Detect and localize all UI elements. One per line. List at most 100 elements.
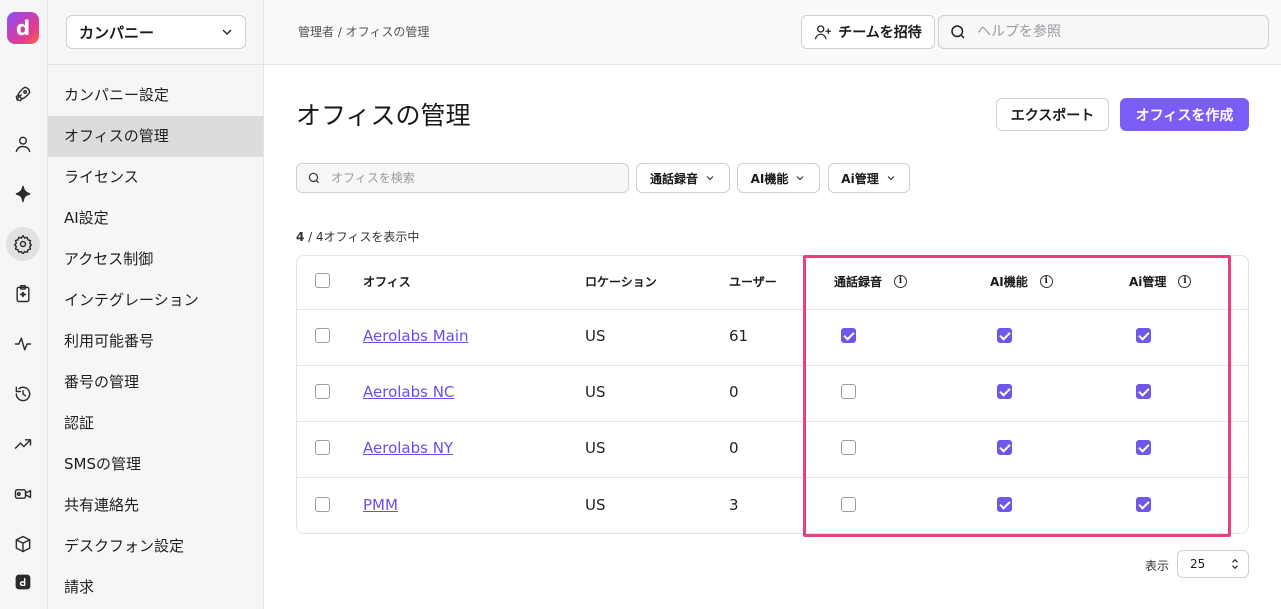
column-header-call-recording-label: 通話録音	[834, 275, 883, 289]
sidebar-item-deskphone-settings[interactable]: デスクフォン設定	[48, 526, 263, 567]
office-link[interactable]: Aerolabs NY	[363, 439, 453, 457]
table-cell-location: US	[585, 439, 606, 457]
sidebar: カンパニー カンパニー設定 オフィスの管理 ライセンス AI設定 アクセス制御 …	[48, 0, 264, 609]
icon-rail: d	[0, 0, 48, 609]
office-link[interactable]: Aerolabs NC	[363, 383, 454, 401]
rocket-icon[interactable]	[6, 77, 40, 111]
history-icon[interactable]	[6, 377, 40, 411]
chevron-down-icon	[706, 176, 714, 181]
ai-features-checkbox[interactable]	[997, 384, 1012, 399]
column-header-office[interactable]: オフィス	[363, 273, 411, 290]
info-icon[interactable]: i	[1039, 275, 1053, 288]
search-icon	[951, 25, 965, 39]
sidebar-item-authentication[interactable]: 認証	[48, 403, 263, 444]
row-divider	[297, 309, 1248, 310]
info-icon[interactable]: i	[1178, 275, 1192, 288]
sparkle-icon[interactable]	[6, 177, 40, 211]
column-header-ai-admin[interactable]: Ai管理 i	[1129, 273, 1192, 290]
row-divider	[297, 477, 1248, 478]
column-header-ai-features-label: AI機能	[990, 275, 1028, 289]
filter-call-recording[interactable]: 通話録音	[636, 163, 730, 193]
invite-team-label: チームを招待	[838, 25, 922, 41]
sidebar-item-office-management[interactable]: オフィスの管理	[48, 116, 263, 157]
page-size-select[interactable]: 25	[1177, 550, 1249, 578]
column-header-location[interactable]: ロケーション	[585, 273, 657, 290]
call-recording-checkbox[interactable]	[841, 497, 856, 512]
chevron-down-icon	[887, 176, 895, 181]
ai-admin-checkbox[interactable]	[1136, 440, 1151, 455]
table-cell-users: 0	[729, 439, 739, 457]
sidebar-item-ai-settings[interactable]: AI設定	[48, 198, 263, 239]
column-header-users[interactable]: ユーザー	[729, 273, 777, 290]
column-header-call-recording[interactable]: 通話録音 i	[834, 273, 908, 290]
select-all-checkbox[interactable]	[315, 273, 330, 288]
sidebar-item-shared-contacts[interactable]: 共有連絡先	[48, 485, 263, 526]
filter-ai-admin[interactable]: Ai管理	[828, 163, 910, 193]
create-office-button[interactable]: オフィスを作成	[1120, 98, 1249, 131]
office-count-total: / 4オフィスを表示中	[304, 230, 420, 244]
column-header-ai-features[interactable]: AI機能 i	[990, 273, 1053, 290]
invite-team-button[interactable]: チームを招待	[801, 15, 935, 49]
app-logo[interactable]: d	[7, 12, 39, 44]
activity-icon[interactable]	[6, 327, 40, 361]
row-checkbox[interactable]	[315, 440, 330, 455]
company-select[interactable]: カンパニー	[66, 15, 246, 49]
sidebar-item-company-settings[interactable]: カンパニー設定	[48, 75, 263, 116]
office-link[interactable]: PMM	[363, 496, 398, 514]
dialpad-icon[interactable]	[6, 565, 40, 599]
box-icon[interactable]	[6, 527, 40, 561]
page-title: オフィスの管理	[296, 101, 471, 130]
filter-ai-features[interactable]: AI機能	[737, 163, 820, 193]
clipboard-icon[interactable]	[6, 277, 40, 311]
video-icon[interactable]	[6, 477, 40, 511]
sidebar-item-billing[interactable]: 請求	[48, 567, 263, 608]
filter-ai-admin-label: Ai管理	[841, 171, 879, 186]
table-cell-users: 61	[729, 327, 749, 345]
table-cell-office: PMM	[363, 496, 398, 514]
office-link[interactable]: Aerolabs Main	[363, 327, 469, 345]
breadcrumb: 管理者 / オフィスの管理	[298, 25, 430, 39]
company-select-label: カンパニー	[79, 23, 155, 42]
row-divider	[297, 365, 1248, 366]
trending-icon[interactable]	[6, 427, 40, 461]
help-search-input[interactable]	[977, 24, 1247, 40]
ai-features-checkbox[interactable]	[997, 440, 1012, 455]
page-size-label: 表示	[1145, 559, 1170, 573]
ai-admin-checkbox[interactable]	[1136, 328, 1151, 343]
table-cell-office: Aerolabs Main	[363, 327, 469, 345]
table-cell-location: US	[585, 327, 606, 345]
table-cell-location: US	[585, 496, 606, 514]
chevron-down-icon	[222, 29, 232, 35]
page-size-value: 25	[1190, 557, 1206, 571]
call-recording-checkbox[interactable]	[841, 328, 856, 343]
sidebar-divider	[48, 64, 263, 65]
search-icon	[308, 172, 320, 184]
sidebar-item-available-numbers[interactable]: 利用可能番号	[48, 321, 263, 362]
sidebar-item-licenses[interactable]: ライセンス	[48, 157, 263, 198]
info-icon[interactable]: i	[894, 275, 908, 288]
sidebar-item-number-management[interactable]: 番号の管理	[48, 362, 263, 403]
export-button[interactable]: エクスポート	[996, 98, 1109, 131]
add-user-icon	[815, 25, 832, 40]
ai-admin-checkbox[interactable]	[1136, 384, 1151, 399]
row-checkbox[interactable]	[315, 328, 330, 343]
ai-features-checkbox[interactable]	[997, 497, 1012, 512]
gear-icon[interactable]	[6, 227, 40, 261]
sidebar-item-integrations[interactable]: インテグレーション	[48, 280, 263, 321]
office-search[interactable]	[296, 163, 629, 193]
sidebar-item-access-control[interactable]: アクセス制御	[48, 239, 263, 280]
row-checkbox[interactable]	[315, 384, 330, 399]
sidebar-nav: カンパニー設定 オフィスの管理 ライセンス AI設定 アクセス制御 インテグレー…	[48, 75, 263, 608]
user-icon[interactable]	[6, 127, 40, 161]
row-divider	[297, 421, 1248, 422]
sidebar-item-sms-management[interactable]: SMSの管理	[48, 444, 263, 485]
office-search-input[interactable]	[331, 171, 611, 185]
table-cell-office: Aerolabs NY	[363, 439, 453, 457]
call-recording-checkbox[interactable]	[841, 384, 856, 399]
table-cell-users: 0	[729, 383, 739, 401]
help-search[interactable]	[938, 15, 1269, 49]
row-checkbox[interactable]	[315, 497, 330, 512]
call-recording-checkbox[interactable]	[841, 440, 856, 455]
ai-features-checkbox[interactable]	[997, 328, 1012, 343]
ai-admin-checkbox[interactable]	[1136, 497, 1151, 512]
